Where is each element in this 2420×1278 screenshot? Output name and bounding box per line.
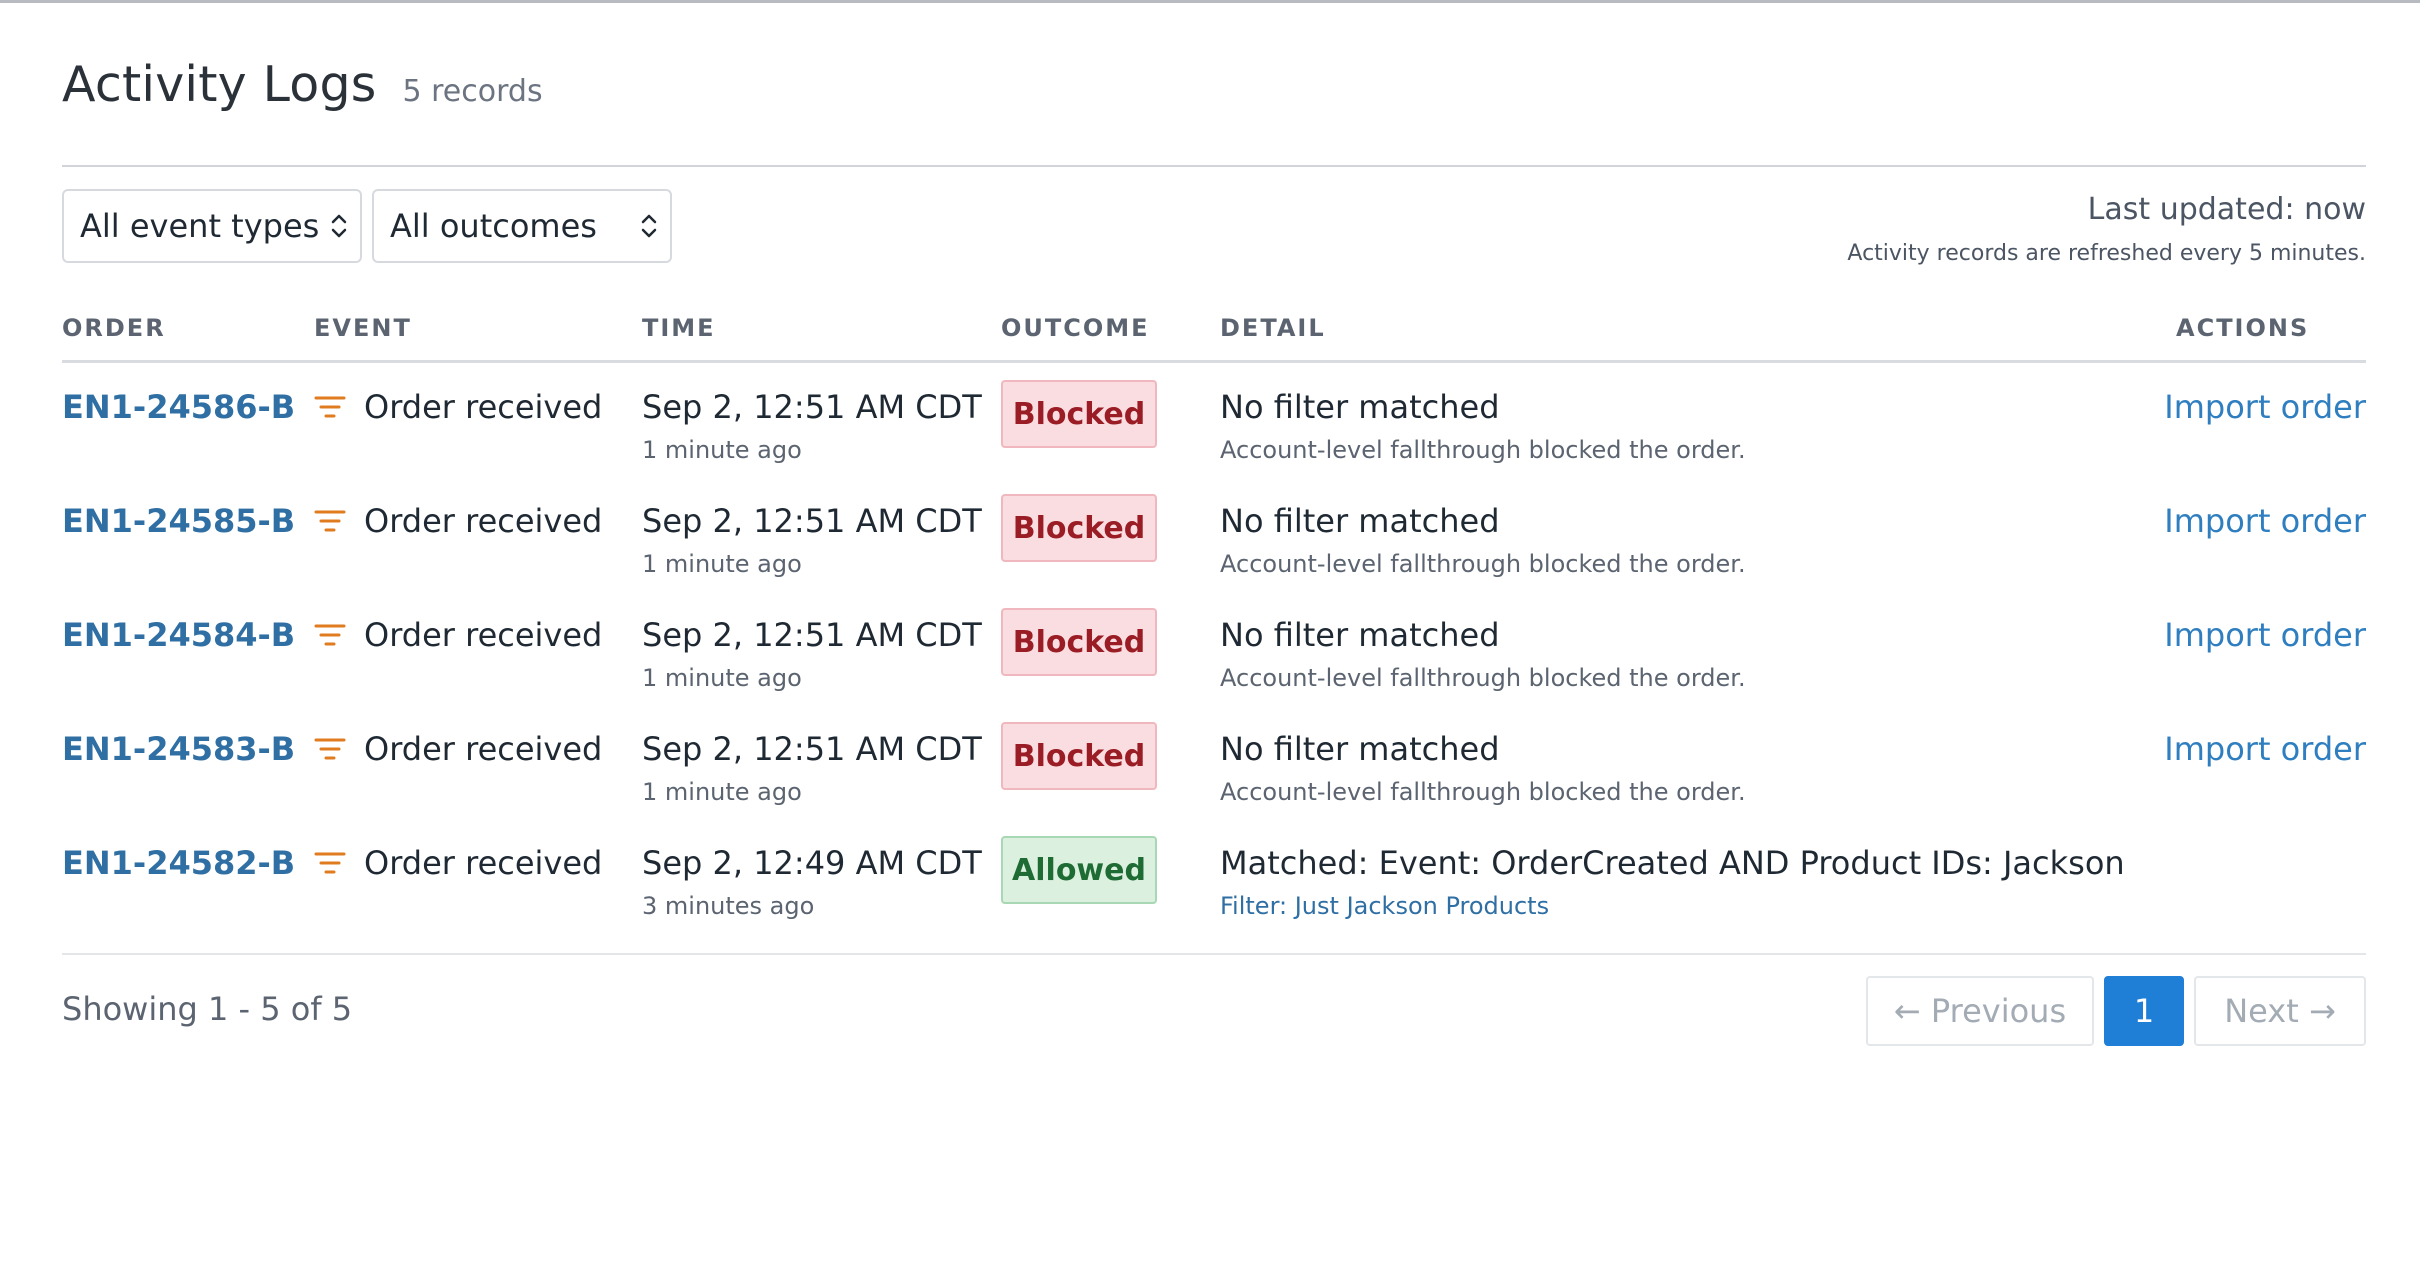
event-time: Sep 2, 12:51 AM CDT <box>642 730 982 768</box>
detail-subtext: Account-level fallthrough blocked the or… <box>1220 550 1746 578</box>
event-cell: Order received <box>314 502 602 540</box>
header-divider <box>62 165 2366 167</box>
outcome-badge: Blocked <box>1001 494 1157 562</box>
detail-cell: No filter matched Account-level fallthro… <box>1220 592 1746 692</box>
order-link[interactable]: EN1-24585-B <box>62 502 295 540</box>
record-count: 5 records <box>402 74 543 109</box>
table-row: EN1-24584-B Order received Sep 2, 12:51 … <box>62 592 2366 706</box>
event-label: Order received <box>364 616 603 654</box>
detail-subtext: Account-level fallthrough blocked the or… <box>1220 778 1746 806</box>
table-row: EN1-24586-B Order received Sep 2, 12:51 … <box>62 364 2366 478</box>
outcome-badge: Allowed <box>1001 836 1157 904</box>
column-header-outcome: OUTCOME <box>1001 314 1150 342</box>
outcome-select[interactable]: All outcomes <box>372 189 672 263</box>
order-link[interactable]: EN1-24583-B <box>62 730 295 768</box>
time-cell: Sep 2, 12:51 AM CDT 1 minute ago <box>642 592 982 692</box>
table-header: ORDER EVENT TIME OUTCOME DETAIL ACTIONS <box>62 310 2366 363</box>
outcome-select-value: All outcomes <box>390 207 597 245</box>
time-cell: Sep 2, 12:51 AM CDT 1 minute ago <box>642 364 982 464</box>
time-cell: Sep 2, 12:51 AM CDT 1 minute ago <box>642 478 982 578</box>
column-header-detail: DETAIL <box>1220 314 1326 342</box>
relative-time: 1 minute ago <box>642 664 802 692</box>
order-link[interactable]: EN1-24584-B <box>62 616 295 654</box>
last-updated-block: Last updated: now Activity records are r… <box>1847 192 2366 266</box>
next-page-button[interactable]: Next → <box>2194 976 2366 1046</box>
event-cell: Order received <box>314 388 602 426</box>
event-label: Order received <box>364 388 603 426</box>
detail-cell: No filter matched Account-level fallthro… <box>1220 364 1746 464</box>
column-header-order: ORDER <box>62 314 166 342</box>
order-link[interactable]: EN1-24586-B <box>62 388 295 426</box>
import-order-link[interactable]: Import order <box>2164 388 2366 426</box>
filter-icon <box>314 624 346 646</box>
event-time: Sep 2, 12:51 AM CDT <box>642 616 982 654</box>
relative-time: 1 minute ago <box>642 436 802 464</box>
event-label: Order received <box>364 502 603 540</box>
detail-text: No filter matched <box>1220 502 1500 540</box>
import-order-link[interactable]: Import order <box>2164 502 2366 540</box>
chevron-updown-icon <box>331 214 347 238</box>
column-header-event: EVENT <box>314 314 412 342</box>
event-label: Order received <box>364 730 603 768</box>
event-time: Sep 2, 12:49 AM CDT <box>642 844 982 882</box>
detail-text: Matched: Event: OrderCreated AND Product… <box>1220 844 2125 882</box>
detail-subtext: Account-level fallthrough blocked the or… <box>1220 436 1746 464</box>
outcome-badge: Blocked <box>1001 608 1157 676</box>
detail-text: No filter matched <box>1220 388 1500 426</box>
relative-time: 3 minutes ago <box>642 892 815 920</box>
table-row: EN1-24585-B Order received Sep 2, 12:51 … <box>62 478 2366 592</box>
event-type-select-value: All event types <box>80 207 320 245</box>
page-title: Activity Logs <box>62 56 377 113</box>
detail-cell: Matched: Event: OrderCreated AND Product… <box>1220 820 2125 920</box>
import-order-link[interactable]: Import order <box>2164 616 2366 654</box>
outcome-badge: Blocked <box>1001 380 1157 448</box>
event-label: Order received <box>364 844 603 882</box>
refresh-note: Activity records are refreshed every 5 m… <box>1847 241 2366 266</box>
page-header: Activity Logs 5 records <box>62 56 543 113</box>
detail-cell: No filter matched Account-level fallthro… <box>1220 478 1746 578</box>
relative-time: 1 minute ago <box>642 550 802 578</box>
event-cell: Order received <box>314 844 602 882</box>
showing-count: Showing 1 - 5 of 5 <box>62 990 353 1028</box>
relative-time: 1 minute ago <box>642 778 802 806</box>
filter-link[interactable]: Filter: Just Jackson Products <box>1220 892 2125 920</box>
column-header-actions: ACTIONS <box>2176 314 2310 342</box>
filter-icon <box>314 396 346 418</box>
event-cell: Order received <box>314 730 602 768</box>
time-cell: Sep 2, 12:49 AM CDT 3 minutes ago <box>642 820 982 920</box>
event-type-select[interactable]: All event types <box>62 189 362 263</box>
previous-page-button[interactable]: ← Previous <box>1866 976 2094 1046</box>
filter-icon <box>314 738 346 760</box>
last-updated: Last updated: now <box>2087 192 2366 227</box>
chevron-updown-icon <box>641 214 657 238</box>
table-row: EN1-24582-B Order received Sep 2, 12:49 … <box>62 820 2366 934</box>
detail-cell: No filter matched Account-level fallthro… <box>1220 706 1746 806</box>
time-cell: Sep 2, 12:51 AM CDT 1 minute ago <box>642 706 982 806</box>
event-time: Sep 2, 12:51 AM CDT <box>642 502 982 540</box>
import-order-link[interactable]: Import order <box>2164 730 2366 768</box>
page-1-button[interactable]: 1 <box>2104 976 2184 1046</box>
event-cell: Order received <box>314 616 602 654</box>
filter-icon <box>314 510 346 532</box>
event-time: Sep 2, 12:51 AM CDT <box>642 388 982 426</box>
filter-icon <box>314 852 346 874</box>
pagination: ← Previous 1 Next → <box>1866 976 2366 1046</box>
top-border <box>0 0 2420 3</box>
detail-text: No filter matched <box>1220 616 1500 654</box>
table-row: EN1-24583-B Order received Sep 2, 12:51 … <box>62 706 2366 820</box>
column-header-time: TIME <box>642 314 716 342</box>
outcome-badge: Blocked <box>1001 722 1157 790</box>
table-footer-divider <box>62 953 2366 955</box>
order-link[interactable]: EN1-24582-B <box>62 844 295 882</box>
detail-text: No filter matched <box>1220 730 1500 768</box>
detail-subtext: Account-level fallthrough blocked the or… <box>1220 664 1746 692</box>
